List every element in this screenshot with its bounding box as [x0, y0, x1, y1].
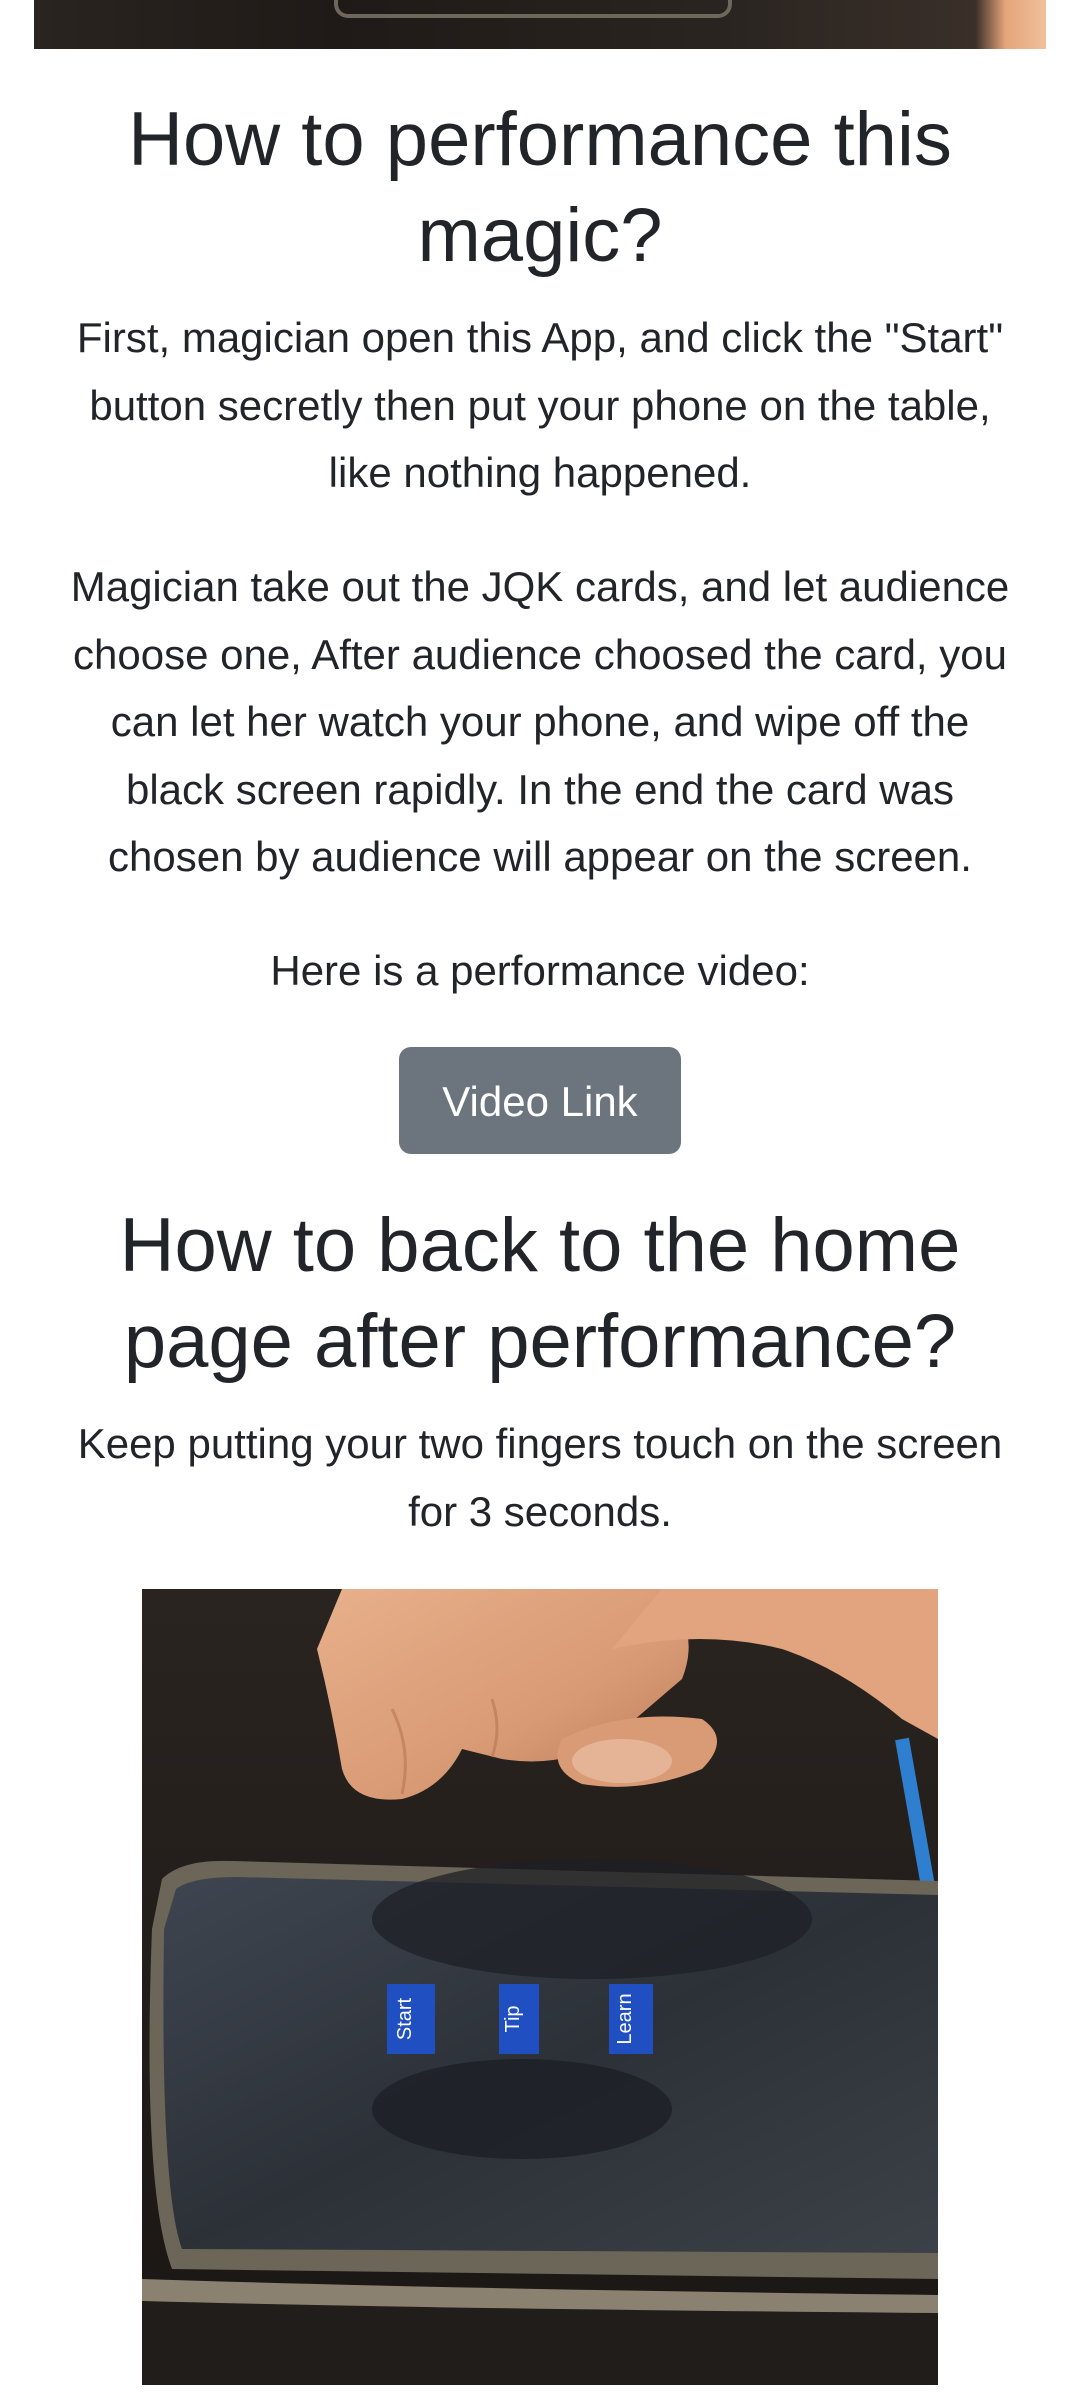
section-home-heading: How to back to the home page after perfo… [0, 1198, 1080, 1390]
paragraph-line: Magician take out the JQK cards, and let… [70, 563, 1010, 610]
section-title: How to back to the home page after perfo… [0, 1198, 1080, 1390]
paragraph-line: Keep putting your two fingers touch on t… [77, 1420, 1003, 1467]
paragraph-line: chosen by audience will appear on the sc… [108, 833, 972, 880]
paragraph-line: button secretly then put your phone on t… [89, 381, 991, 429]
top-photo-crop [34, 0, 1046, 49]
paragraph-line: First, magician open this App, and click… [76, 314, 1004, 361]
video-link-button[interactable]: Video Link [399, 1047, 681, 1154]
video-intro-text: Here is a performance video: [270, 947, 810, 994]
page-title: How to performance this magic? [0, 92, 1080, 284]
paragraph-instructions-2: Magician take out the JQK cards, and let… [0, 553, 1080, 891]
paragraph-line: choose one, After audience choosed the c… [73, 630, 1007, 678]
title-line: How to back to the home [119, 1203, 961, 1288]
paragraph-line: like nothing happened. [328, 449, 752, 496]
paragraph-line: can let her watch your phone, and wipe o… [110, 698, 970, 745]
demo-photo: Start Tip Learn [142, 1589, 938, 2385]
title-line: magic? [417, 193, 663, 278]
section-performance-heading: How to performance this magic? [0, 92, 1080, 284]
app-button-start: Start [394, 1997, 416, 2040]
title-line: How to performance this [128, 97, 952, 182]
title-line: page after performance? [123, 1299, 957, 1384]
paragraph-line: for 3 seconds. [408, 1487, 672, 1535]
paragraph-instructions-1: First, magician open this App, and click… [0, 304, 1080, 507]
app-button-tip: Tip [502, 2005, 524, 2032]
app-button-learn: Learn [614, 1993, 636, 2044]
paragraph-home-instructions: Keep putting your two fingers touch on t… [0, 1410, 1080, 1545]
phone-rim [334, 0, 732, 18]
paragraph-line: black screen rapidly. In the end the car… [125, 765, 954, 813]
video-intro: Here is a performance video: [0, 937, 1080, 1005]
